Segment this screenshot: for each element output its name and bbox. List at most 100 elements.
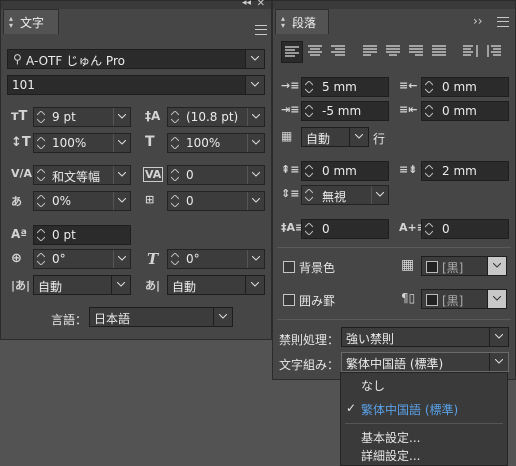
first-line-indent-field[interactable]: -5 mm bbox=[301, 101, 389, 121]
chevron-down-icon[interactable] bbox=[245, 276, 264, 294]
chevron-down-icon[interactable] bbox=[113, 192, 130, 210]
baseline-shift-field[interactable]: 0 pt bbox=[33, 225, 131, 245]
stepper-icon[interactable] bbox=[34, 108, 48, 126]
rotation-field[interactable]: 0° bbox=[33, 249, 131, 269]
stepper-icon[interactable] bbox=[34, 192, 48, 210]
shading-checkbox[interactable] bbox=[283, 261, 295, 273]
stepper-icon[interactable] bbox=[34, 250, 48, 268]
chevron-down-icon[interactable] bbox=[245, 76, 264, 94]
panel-menu-icon[interactable] bbox=[497, 17, 509, 27]
chevron-down-icon[interactable] bbox=[113, 134, 130, 152]
chevron-down-icon[interactable] bbox=[371, 186, 388, 204]
stepper-icon[interactable] bbox=[168, 250, 182, 268]
justify-center-icon[interactable] bbox=[386, 45, 400, 57]
aki-after-select[interactable]: 自動 bbox=[167, 275, 265, 295]
skew-field[interactable]: 0° bbox=[167, 249, 265, 269]
chevron-down-icon[interactable] bbox=[111, 276, 130, 294]
shading-settings-icon[interactable]: ▦ bbox=[401, 257, 414, 273]
justify-all-icon[interactable] bbox=[432, 45, 446, 57]
border-checkbox[interactable] bbox=[283, 294, 295, 306]
panel-dock-bar: ◂◂ ✕ bbox=[1, 0, 271, 9]
chevron-down-icon[interactable] bbox=[113, 166, 130, 184]
stepper-icon[interactable] bbox=[168, 108, 182, 126]
menu-item-none[interactable]: なし bbox=[341, 373, 507, 395]
expand-icon[interactable]: ›› bbox=[473, 14, 483, 28]
chevron-down-icon[interactable] bbox=[113, 108, 130, 126]
mojikumi-spacing-field[interactable]: 0 bbox=[167, 191, 265, 211]
last-line-indent-field[interactable]: 0 mm bbox=[421, 101, 509, 121]
justify-left-icon[interactable] bbox=[363, 45, 377, 57]
vertical-scale-field[interactable]: 100% bbox=[33, 133, 131, 153]
chevron-down-icon[interactable] bbox=[213, 308, 232, 326]
close-icon[interactable]: ✕ bbox=[257, 0, 265, 9]
font-size-field[interactable]: 9 pt bbox=[33, 107, 131, 127]
shading-color-select[interactable]: [黒] bbox=[421, 256, 507, 276]
stepper-icon[interactable] bbox=[422, 162, 436, 180]
chevron-down-icon[interactable] bbox=[247, 166, 264, 184]
chevron-down-icon[interactable] bbox=[245, 50, 264, 68]
stepper-icon[interactable] bbox=[168, 134, 182, 152]
align-away-spine-icon[interactable] bbox=[487, 45, 503, 57]
font-style-select[interactable]: 101 bbox=[7, 75, 265, 95]
right-indent-field[interactable]: 0 mm bbox=[421, 77, 509, 97]
horizontal-scale-field[interactable]: 100% bbox=[167, 133, 265, 153]
chevron-down-icon[interactable] bbox=[247, 192, 264, 210]
stepper-icon[interactable] bbox=[34, 226, 48, 244]
chevron-down-icon[interactable] bbox=[487, 290, 506, 308]
stepper-icon[interactable] bbox=[168, 166, 182, 184]
stepper-icon[interactable] bbox=[302, 78, 316, 96]
stepper-icon[interactable] bbox=[422, 78, 436, 96]
character-panel: ◂◂ ✕ ▴ ▾ 文字 ⚲ A-OTF じゅん Pro 101 ᴛT 9 pt ‡… bbox=[0, 0, 272, 340]
menu-item-traditional-chinese[interactable]: ✓ 繁体中国語 (標準) bbox=[341, 397, 507, 419]
tab-character[interactable]: ▴ ▾ 文字 bbox=[3, 9, 59, 34]
aki-before-select[interactable]: 自動 bbox=[33, 275, 131, 295]
align-left-button[interactable] bbox=[281, 41, 303, 63]
left-indent-field[interactable]: 5 mm bbox=[301, 77, 389, 97]
stepper-icon[interactable] bbox=[422, 102, 436, 120]
chevron-down-icon[interactable] bbox=[113, 250, 130, 268]
menu-item-advanced-settings[interactable]: 詳細設定... bbox=[341, 443, 507, 465]
border-color-select[interactable]: [黒] bbox=[421, 289, 507, 309]
space-before-field[interactable]: 0 mm bbox=[301, 161, 389, 181]
font-family-select[interactable]: ⚲ A-OTF じゅん Pro bbox=[7, 49, 265, 69]
grid-align-select[interactable]: 自動 bbox=[301, 127, 369, 147]
tab-paragraph[interactable]: ▴ ▾ 段落 bbox=[275, 9, 329, 34]
stepper-icon[interactable] bbox=[302, 186, 316, 204]
border-color-swatch bbox=[426, 294, 438, 306]
stepper-icon[interactable] bbox=[34, 166, 48, 184]
kinsoku-select[interactable]: 強い禁則 bbox=[341, 327, 509, 347]
chevron-down-icon[interactable] bbox=[247, 134, 264, 152]
leading-field[interactable]: (10.8 pt) bbox=[167, 107, 265, 127]
align-to-grid-select[interactable]: 無視 bbox=[301, 185, 389, 205]
border-settings-icon[interactable]: ¶▯ bbox=[401, 291, 415, 305]
chevron-down-icon[interactable] bbox=[349, 128, 368, 146]
panel-menu-icon[interactable] bbox=[255, 25, 267, 35]
stepper-icon[interactable] bbox=[302, 102, 316, 120]
language-select[interactable]: 日本語 bbox=[89, 307, 233, 327]
collapse-icon[interactable]: ◂◂ bbox=[242, 0, 251, 8]
chevron-down-icon[interactable] bbox=[247, 250, 264, 268]
mojikumi-select[interactable]: 繁体中国語 (標準) bbox=[341, 352, 509, 372]
align-center-icon[interactable] bbox=[308, 45, 322, 57]
align-right-icon[interactable] bbox=[331, 45, 345, 57]
stepper-icon[interactable] bbox=[34, 134, 48, 152]
stepper-icon[interactable] bbox=[302, 220, 316, 238]
search-icon: ⚲ bbox=[13, 52, 22, 66]
drop-cap-lines-field[interactable]: 0 bbox=[301, 219, 389, 239]
tracking-field[interactable]: 0 bbox=[167, 165, 265, 185]
drop-cap-chars-field[interactable]: 0 bbox=[421, 219, 509, 239]
justify-right-icon[interactable] bbox=[409, 45, 423, 57]
stepper-icon[interactable] bbox=[168, 192, 182, 210]
chevron-down-icon[interactable] bbox=[489, 328, 508, 346]
kerning-field[interactable]: 和文等幅 bbox=[33, 165, 131, 185]
space-after-field[interactable]: 2 mm bbox=[421, 161, 509, 181]
chevron-down-icon[interactable] bbox=[489, 353, 508, 371]
align-towards-spine-icon[interactable] bbox=[463, 45, 479, 57]
tsume-value: 0% bbox=[52, 194, 72, 208]
tsume-field[interactable]: 0% bbox=[33, 191, 131, 211]
stepper-icon[interactable] bbox=[422, 220, 436, 238]
chevron-down-icon[interactable] bbox=[487, 257, 506, 275]
chevron-down-icon[interactable] bbox=[247, 108, 264, 126]
mojikumi-spacing-value: 0 bbox=[186, 194, 194, 208]
stepper-icon[interactable] bbox=[302, 162, 316, 180]
